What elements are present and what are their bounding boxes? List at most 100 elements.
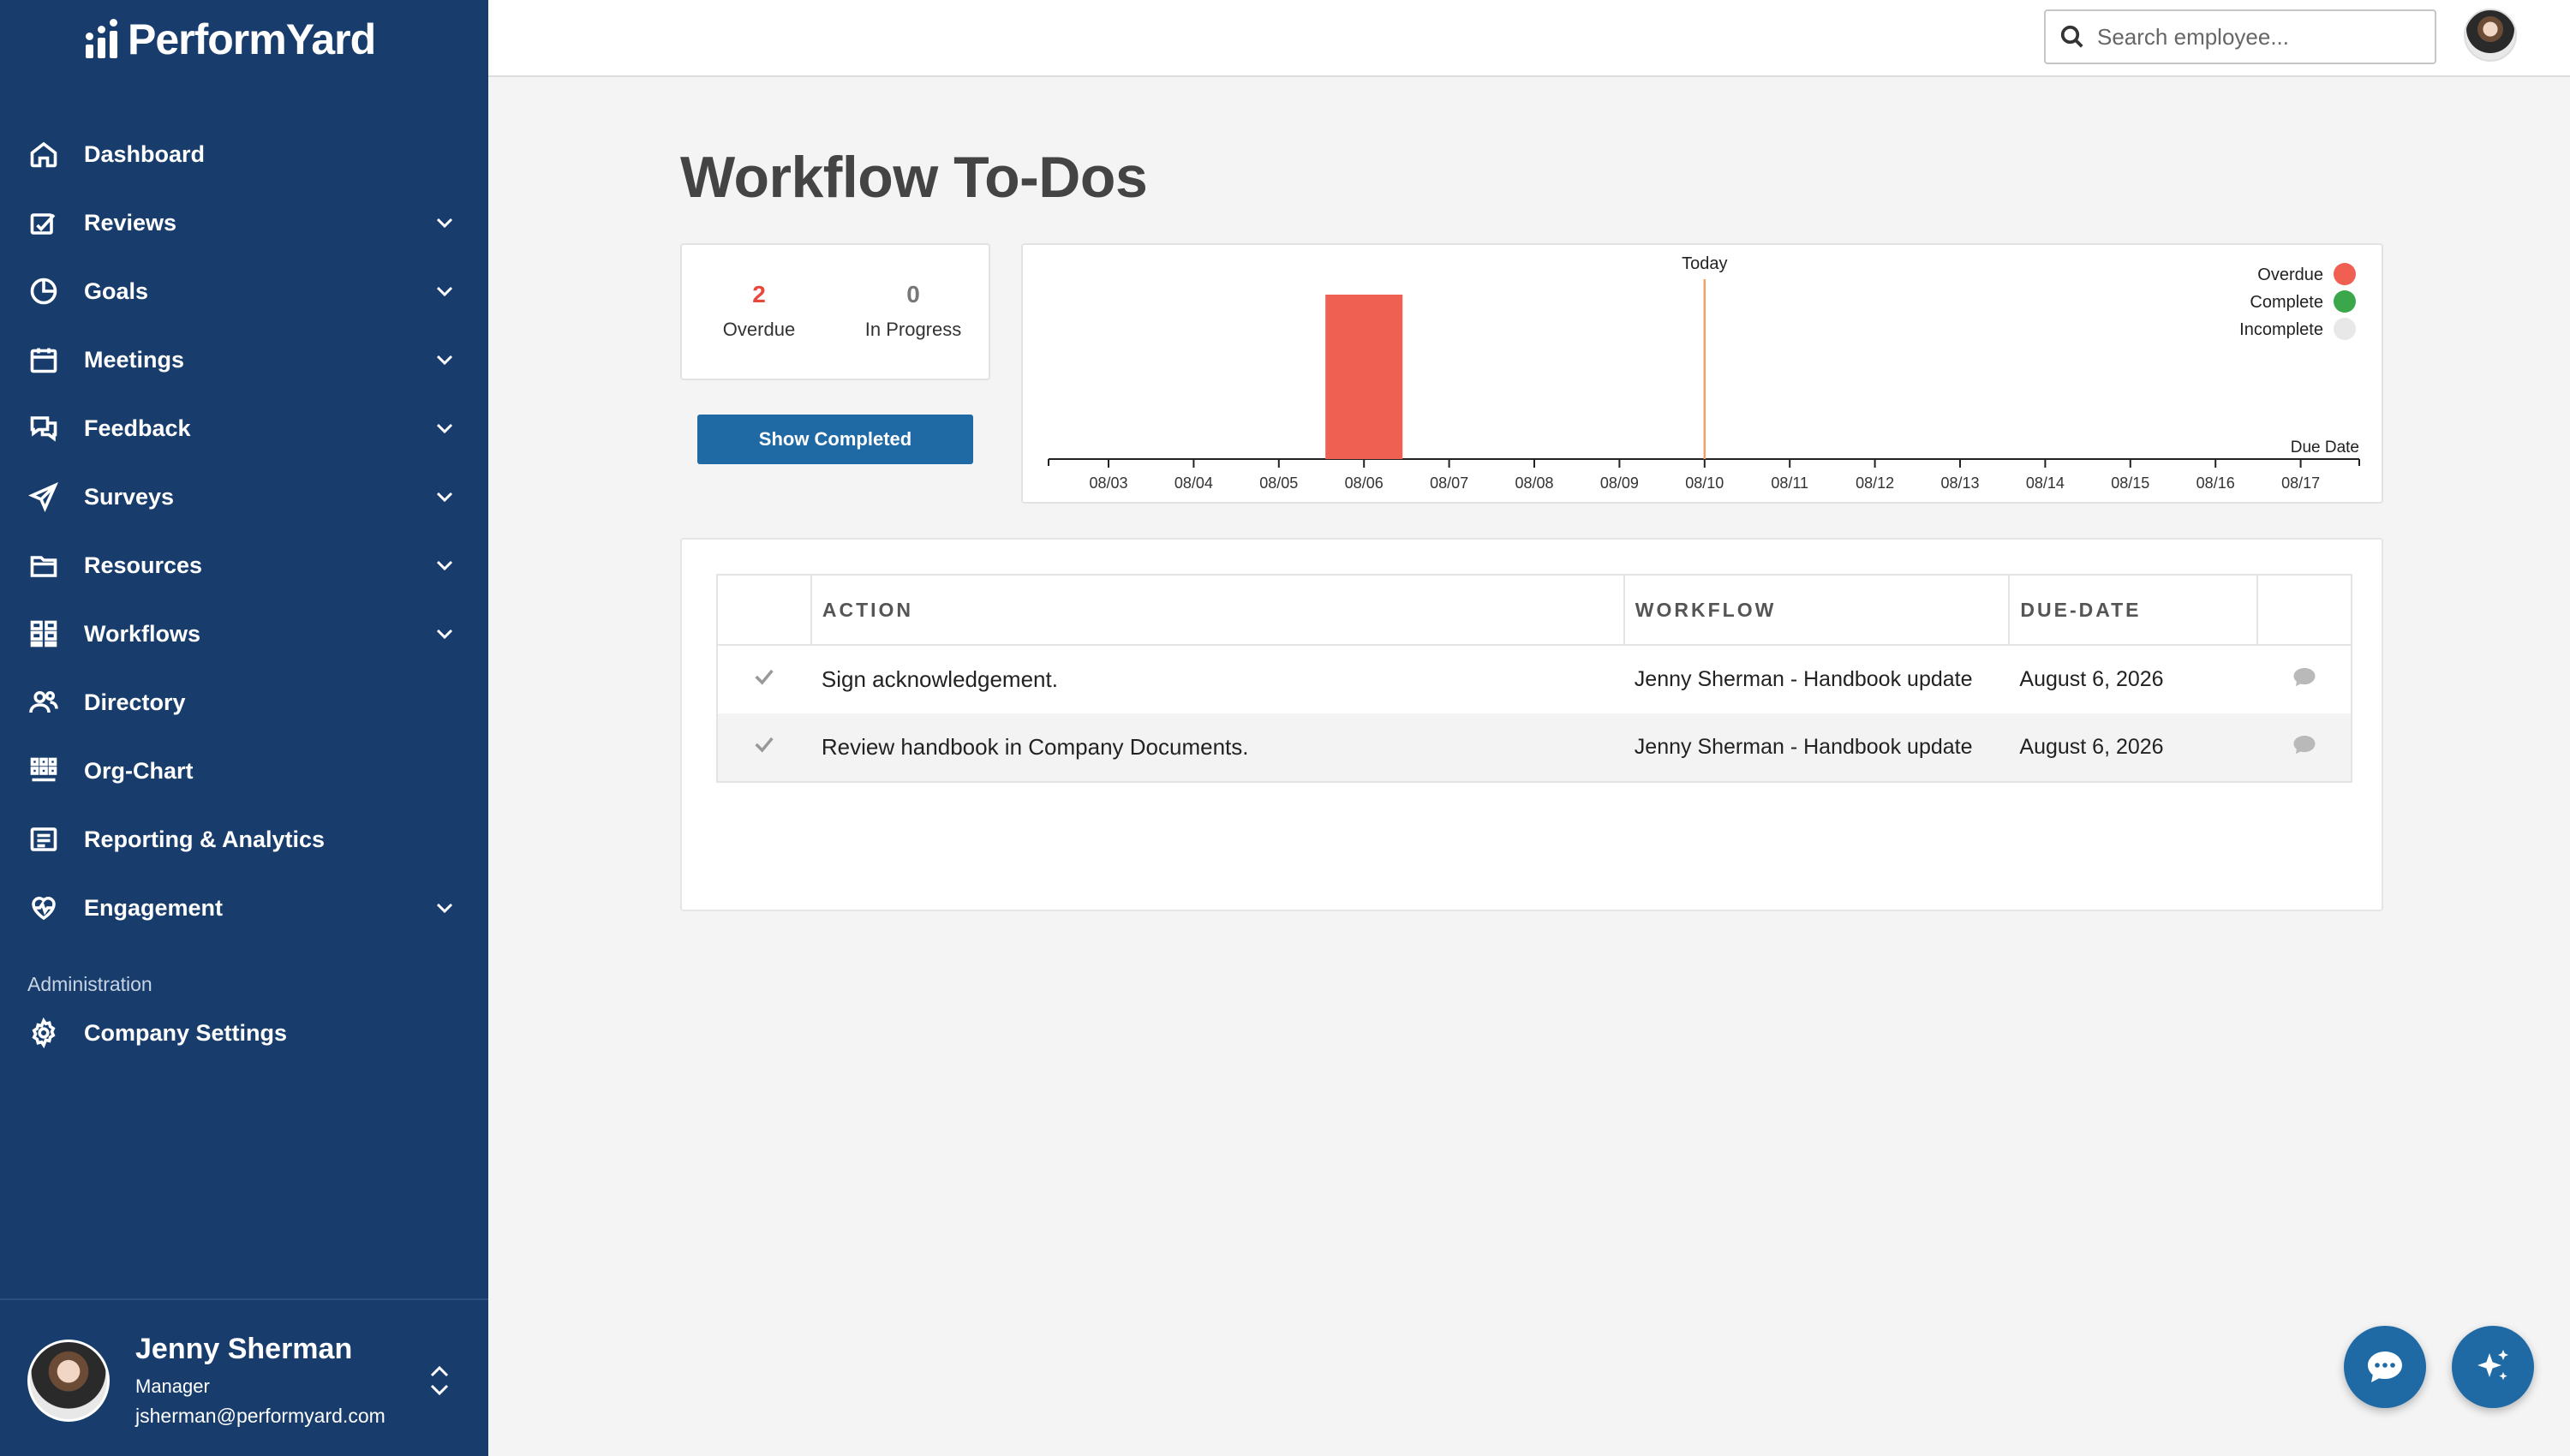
comment-button[interactable]	[2257, 713, 2352, 782]
legend-label-complete: Complete	[2250, 293, 2323, 312]
workflow-column-header[interactable]: WORKFLOW	[1623, 575, 2011, 646]
stat-overdue[interactable]: 2 Overdue	[690, 281, 828, 341]
sidebar-item-reporting-analytics[interactable]: Reporting & Analytics	[0, 805, 488, 874]
stats-card: 2 Overdue 0 In Progress	[680, 243, 990, 380]
due-date-chart-card: 08/03 08/04 08/05 08/06 08/07 08/08 08/09 08/10…	[1021, 243, 2383, 504]
sidebar-item-label: Resources	[84, 552, 203, 578]
legend-label-incomplete: Incomplete	[2239, 320, 2323, 339]
due-date-column-header[interactable]: DUE-DATE	[2009, 575, 2259, 646]
x-tick-label: 08/05	[1259, 474, 1298, 492]
user-avatar-button[interactable]	[2464, 9, 2517, 62]
show-completed-button[interactable]: Show Completed	[697, 415, 973, 464]
sidebar-item-company-settings[interactable]: Company Settings	[0, 999, 488, 1067]
home-icon	[27, 138, 60, 170]
sidebar-item-engagement[interactable]: Engagement	[0, 874, 488, 942]
due-date-cell: August 6, 2026	[2019, 667, 2164, 691]
sidebar-item-workflows[interactable]: Workflows	[0, 600, 488, 668]
search-icon	[2060, 25, 2083, 48]
x-tick-label: 08/12	[1856, 474, 1894, 492]
workflow-icon	[27, 618, 60, 650]
chevron-down-icon[interactable]	[433, 623, 456, 645]
x-tick-label: 08/14	[2026, 474, 2065, 492]
sidebar-item-label: Directory	[84, 689, 186, 715]
report-icon	[27, 823, 60, 856]
table-row[interactable]: Sign acknowledgement. Jenny Sherman - Han…	[717, 645, 2352, 713]
org-chart-icon	[27, 755, 60, 787]
overdue-count: 2	[752, 281, 766, 307]
table-row[interactable]: Review handbook in Company Documents. Jen…	[717, 713, 2352, 782]
sidebar-item-reviews[interactable]: Reviews	[0, 188, 488, 257]
complete-checkbox[interactable]	[717, 713, 811, 782]
comment-button[interactable]	[2257, 645, 2352, 713]
sidebar: PerformYard Dashboard Reviews Goals Meeting…	[0, 0, 488, 1456]
x-tick-label: 08/10	[1685, 474, 1724, 492]
comment-icon	[2293, 736, 2316, 755]
sidebar-item-feedback[interactable]: Feedback	[0, 394, 488, 462]
check-column-header	[717, 575, 812, 646]
paper-plane-icon	[27, 480, 60, 513]
chat-bubble-icon	[2368, 1352, 2402, 1382]
overdue-label: Overdue	[722, 319, 796, 340]
sidebar-item-label: Company Settings	[84, 1019, 288, 1046]
chevron-down-icon[interactable]	[433, 280, 456, 302]
search-box[interactable]	[2044, 9, 2436, 64]
due-date-chart: 08/03 08/04 08/05 08/06 08/07 08/08 08/09 08/10…	[1048, 254, 2360, 492]
top-bar	[488, 0, 2570, 77]
sidebar-item-directory[interactable]: Directory	[0, 668, 488, 737]
chevron-up-down-icon[interactable]	[428, 1357, 451, 1405]
people-icon	[27, 686, 60, 719]
profile-role: Manager	[135, 1375, 210, 1397]
chat-button[interactable]	[2344, 1326, 2426, 1408]
x-axis-label: Due Date	[2291, 439, 2359, 456]
chevron-down-icon[interactable]	[433, 212, 456, 234]
action-cell[interactable]: Sign acknowledgement.	[811, 645, 1624, 713]
x-tick-label: 08/03	[1089, 474, 1127, 492]
chevron-down-icon[interactable]	[433, 897, 456, 919]
legend-swatch-incomplete	[2334, 318, 2356, 340]
workflow-cell: Jenny Sherman - Handbook update	[1623, 713, 2010, 782]
avatar[interactable]	[27, 1340, 110, 1422]
sparkle-icon	[2477, 1350, 2508, 1381]
x-tick-label: 08/13	[1940, 474, 1979, 492]
sidebar-item-resources[interactable]: Resources	[0, 531, 488, 600]
x-tick-label: 08/06	[1345, 474, 1384, 492]
sidebar-item-org-chart[interactable]: Org-Chart	[0, 737, 488, 805]
x-tick-label: 08/11	[1771, 474, 1808, 492]
todo-table: ACTION WORKFLOW DUE-DATE Sign acknowledg…	[716, 574, 2352, 783]
profile-panel[interactable]: Jenny Sherman Manager jsherman@performya…	[0, 1298, 488, 1456]
sidebar-item-meetings[interactable]: Meetings	[0, 325, 488, 394]
review-icon	[27, 206, 60, 239]
x-tick-label: 08/15	[2111, 474, 2149, 492]
sidebar-item-label: Reviews	[84, 209, 177, 236]
sidebar-item-dashboard[interactable]: Dashboard	[0, 120, 488, 188]
sidebar-item-label: Workflows	[84, 620, 201, 647]
calendar-icon	[27, 343, 60, 376]
ai-assistant-button[interactable]	[2452, 1326, 2534, 1408]
action-cell[interactable]: Review handbook in Company Documents.	[810, 713, 1624, 782]
logo-bars-icon	[86, 19, 117, 58]
stat-in-progress[interactable]: 0 In Progress	[845, 281, 982, 341]
search-input[interactable]	[2097, 23, 2423, 51]
complete-checkbox[interactable]	[717, 645, 811, 713]
sidebar-item-label: Reporting & Analytics	[84, 826, 326, 852]
page-title: Workflow To-Dos	[680, 145, 1148, 210]
action-column-header[interactable]: ACTION	[810, 575, 1625, 646]
workflow-cell: Jenny Sherman - Handbook update	[1634, 667, 1973, 691]
sidebar-item-goals[interactable]: Goals	[0, 257, 488, 325]
checkmark-icon	[755, 669, 774, 685]
todo-table-card: ACTION WORKFLOW DUE-DATE Sign acknowledg…	[680, 538, 2383, 911]
chevron-down-icon[interactable]	[433, 486, 456, 508]
sidebar-item-surveys[interactable]: Surveys	[0, 462, 488, 531]
heart-pulse-icon	[27, 892, 60, 924]
sidebar-item-label: Org-Chart	[84, 757, 194, 784]
sidebar-item-label: Goals	[84, 277, 149, 304]
sidebar-nav-admin: Company Settings	[0, 999, 488, 1067]
brand-logo[interactable]: PerformYard	[86, 15, 376, 63]
folder-icon	[27, 549, 60, 582]
chevron-down-icon[interactable]	[433, 417, 456, 439]
legend-swatch-overdue	[2334, 263, 2356, 285]
gear-icon	[27, 1017, 60, 1049]
chevron-down-icon[interactable]	[433, 554, 456, 576]
x-tick-label: 08/07	[1430, 474, 1468, 492]
chevron-down-icon[interactable]	[433, 349, 456, 371]
